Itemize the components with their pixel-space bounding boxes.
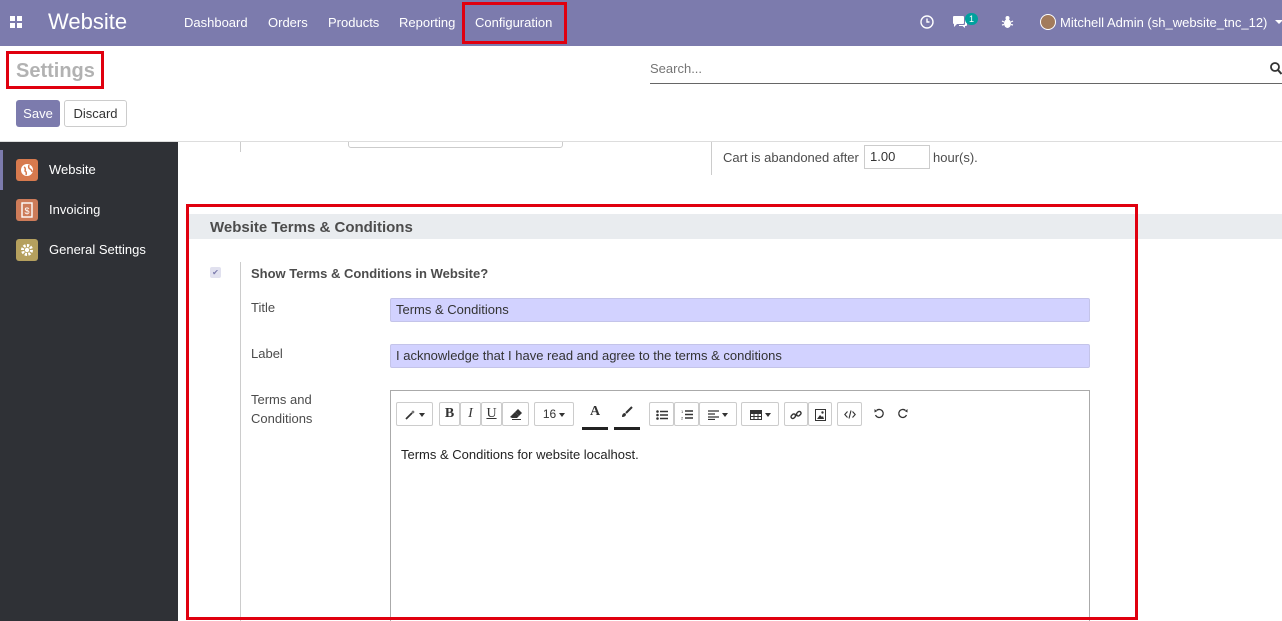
menu-reporting[interactable]: Reporting [399,15,455,30]
cart-abandoned-hours-input[interactable]: 1.00 [864,145,930,169]
globe-icon [16,159,38,181]
top-navbar: Website Dashboard Orders Products Report… [0,0,1282,46]
sidebar-item-general-settings[interactable]: General Settings [0,230,178,270]
highlight-box-configuration [462,2,567,44]
search-bar[interactable] [650,58,1282,84]
hours-suffix: hour(s). [933,150,978,165]
settings-sidebar: Website $ Invoicing General Settings [0,142,178,621]
search-input[interactable] [650,61,1250,76]
sidebar-item-website[interactable]: Website [0,150,178,190]
menu-orders[interactable]: Orders [268,15,308,30]
highlight-box-terms-section [186,204,1138,620]
sidebar-item-label: General Settings [49,242,146,257]
app-brand[interactable]: Website [48,9,127,35]
svg-text:$: $ [24,206,29,216]
user-avatar[interactable] [1040,14,1056,30]
previous-field-input[interactable] [348,142,563,148]
bug-icon[interactable] [1001,15,1014,29]
chevron-down-icon[interactable] [1275,20,1282,24]
sidebar-item-label: Invoicing [49,202,101,217]
menu-dashboard[interactable]: Dashboard [184,15,248,30]
sidebar-item-invoicing[interactable]: $ Invoicing [0,190,178,230]
invoice-icon: $ [16,199,38,221]
discard-button[interactable]: Discard [64,100,127,127]
chat-count-badge: 1 [965,13,979,25]
cart-abandoned-label: Cart is abandoned after [723,150,859,165]
gear-icon [16,239,38,261]
save-button[interactable]: Save [16,100,60,127]
sidebar-item-label: Website [49,162,96,177]
user-menu[interactable]: Mitchell Admin (sh_website_tnc_12) [1060,15,1267,30]
search-icon[interactable] [1270,62,1282,76]
menu-products[interactable]: Products [328,15,379,30]
divider [711,142,712,175]
highlight-box-settings [6,51,104,89]
clock-icon[interactable] [920,15,934,29]
apps-grid-icon[interactable] [10,16,23,29]
divider [240,142,241,152]
